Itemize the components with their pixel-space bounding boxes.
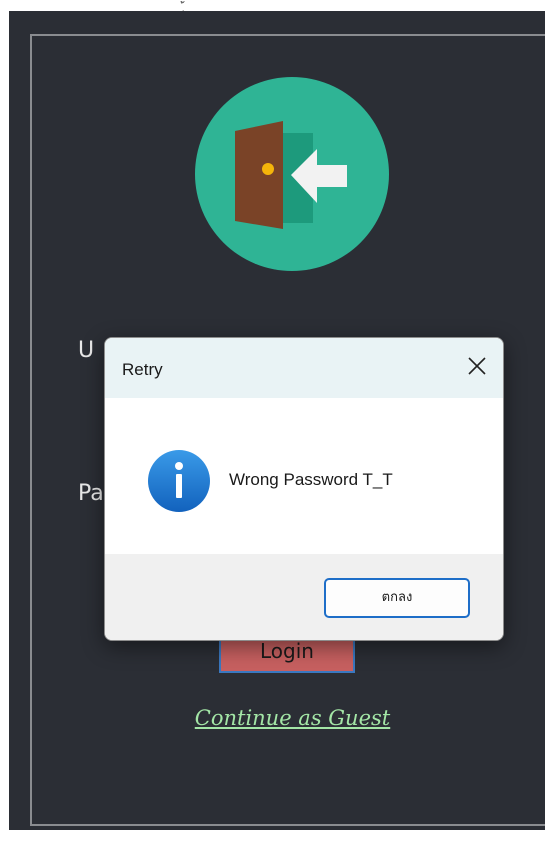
info-icon <box>148 450 210 512</box>
door-login-icon <box>235 121 347 229</box>
continue-as-guest-link[interactable]: Continue as Guest <box>0 706 545 730</box>
retry-dialog: Retry Wrong Password T_T ตกลง <box>104 337 504 641</box>
dialog-title: Retry <box>122 360 163 379</box>
password-label: Pa <box>78 481 104 506</box>
screen: ุ้ U Pa Login Continue as Guest Retry <box>0 0 545 842</box>
ok-button[interactable]: ตกลง <box>324 578 470 618</box>
username-label: U <box>78 338 95 363</box>
dialog-footer: ตกลง <box>105 554 503 640</box>
close-icon[interactable] <box>463 352 491 380</box>
door-knob <box>262 163 274 175</box>
dialog-body: Wrong Password T_T <box>105 398 503 554</box>
dialog-titlebar: Retry <box>105 338 503 398</box>
door-panel <box>235 121 283 229</box>
dialog-message: Wrong Password T_T <box>229 470 393 489</box>
